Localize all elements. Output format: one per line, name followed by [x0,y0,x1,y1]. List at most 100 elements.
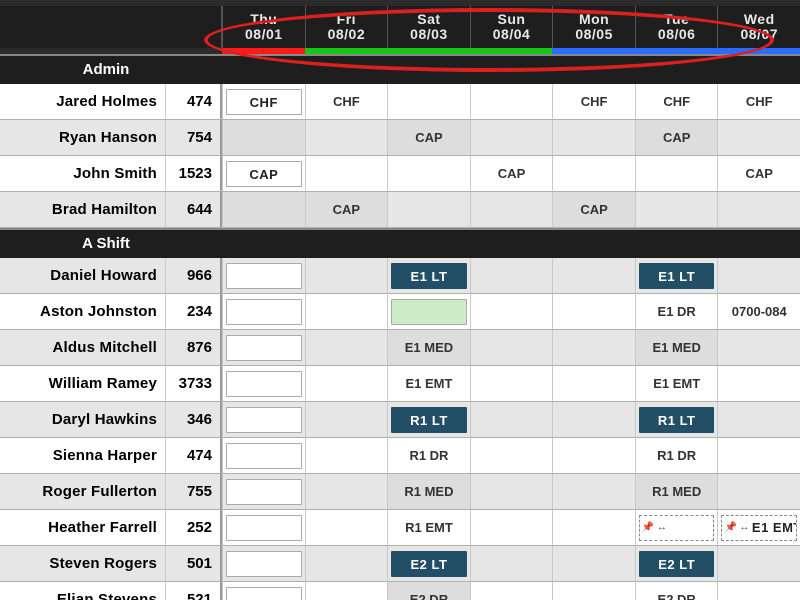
shift-chip[interactable] [226,263,302,289]
employee-name[interactable]: Aldus Mitchell [0,330,166,365]
schedule-cell[interactable] [552,546,635,581]
schedule-cell[interactable] [222,582,305,600]
day-header-08/02[interactable]: Fri08/02 [305,6,388,48]
schedule-cell[interactable]: 📌↔ [635,510,718,545]
schedule-cell[interactable]: CHF [305,84,388,119]
schedule-cell[interactable]: 0700-084 [717,294,800,329]
schedule-cell[interactable] [305,156,388,191]
schedule-cell[interactable]: R1 MED [635,474,718,509]
schedule-cell[interactable]: E2 LT [387,546,470,581]
schedule-cell[interactable] [717,192,800,227]
schedule-cell[interactable]: 📌↔E1 EMT [717,510,800,545]
schedule-cell[interactable] [552,330,635,365]
schedule-cell[interactable] [470,402,553,437]
schedule-cell[interactable] [470,84,553,119]
schedule-cell[interactable]: CAP [470,156,553,191]
schedule-cell[interactable] [222,192,305,227]
schedule-cell[interactable] [387,84,470,119]
section-header[interactable]: Admin [0,54,800,84]
schedule-cell[interactable]: CAP [305,192,388,227]
employee-name[interactable]: Roger Fullerton [0,474,166,509]
schedule-cell[interactable] [717,330,800,365]
employee-name[interactable]: Steven Rogers [0,546,166,581]
employee-name[interactable]: Daryl Hawkins [0,402,166,437]
schedule-cell[interactable]: R1 MED [387,474,470,509]
day-header-08/05[interactable]: Mon08/05 [552,6,635,48]
schedule-cell[interactable] [470,192,553,227]
schedule-cell[interactable] [305,438,388,473]
schedule-cell[interactable] [305,474,388,509]
shift-chip[interactable]: R1 LT [391,407,467,433]
schedule-cell[interactable] [305,366,388,401]
schedule-cell[interactable] [387,156,470,191]
schedule-cell[interactable] [552,510,635,545]
schedule-cell[interactable] [470,438,553,473]
schedule-cell[interactable] [717,120,800,155]
schedule-cell[interactable] [470,258,553,293]
schedule-cell[interactable] [305,510,388,545]
shift-chip[interactable] [226,335,302,361]
schedule-cell[interactable] [470,510,553,545]
schedule-cell[interactable]: E1 EMT [387,366,470,401]
shift-chip[interactable] [226,551,302,577]
schedule-cell[interactable]: E1 MED [387,330,470,365]
schedule-cell[interactable]: E1 MED [635,330,718,365]
schedule-cell[interactable] [470,294,553,329]
shift-chip-draft[interactable]: 📌↔ [639,515,715,541]
schedule-cell[interactable] [222,546,305,581]
shift-chip[interactable]: R1 LT [639,407,715,433]
schedule-cell[interactable] [305,582,388,600]
schedule-cell[interactable] [635,156,718,191]
schedule-cell[interactable] [717,474,800,509]
schedule-cell[interactable] [717,438,800,473]
schedule-cell[interactable] [552,438,635,473]
schedule-cell[interactable]: E1 DR [635,294,718,329]
schedule-cell[interactable] [552,258,635,293]
schedule-cell[interactable] [222,120,305,155]
schedule-cell[interactable] [552,366,635,401]
schedule-cell[interactable] [470,546,553,581]
schedule-cell[interactable]: E2 DR [635,582,718,600]
schedule-cell[interactable] [552,294,635,329]
shift-chip[interactable] [391,299,467,325]
shift-chip[interactable] [226,443,302,469]
schedule-cell[interactable] [222,510,305,545]
employee-name[interactable]: Heather Farrell [0,510,166,545]
schedule-cell[interactable] [305,258,388,293]
shift-chip[interactable]: E1 LT [639,263,715,289]
shift-chip[interactable]: E1 LT [391,263,467,289]
schedule-cell[interactable] [470,366,553,401]
schedule-cell[interactable]: CAP [717,156,800,191]
shift-chip[interactable]: E2 LT [639,551,715,577]
shift-chip[interactable] [226,299,302,325]
employee-name[interactable]: Elian Stevens [0,582,166,600]
shift-chip[interactable] [226,407,302,433]
schedule-cell[interactable] [387,294,470,329]
schedule-cell[interactable] [552,402,635,437]
employee-name[interactable]: William Ramey [0,366,166,401]
schedule-cell[interactable] [305,330,388,365]
schedule-cell[interactable]: CAP [552,192,635,227]
schedule-cell[interactable] [222,294,305,329]
schedule-cell[interactable]: R1 EMT [387,510,470,545]
employee-name[interactable]: Daniel Howard [0,258,166,293]
schedule-cell[interactable]: R1 LT [635,402,718,437]
schedule-cell[interactable]: E1 EMT [635,366,718,401]
schedule-cell[interactable] [717,366,800,401]
schedule-cell[interactable]: E2 LT [635,546,718,581]
schedule-cell[interactable]: CHF [717,84,800,119]
day-header-08/04[interactable]: Sun08/04 [470,6,553,48]
shift-chip[interactable]: CHF [226,89,302,115]
schedule-cell[interactable] [222,402,305,437]
schedule-cell[interactable]: CAP [222,156,305,191]
schedule-cell[interactable] [552,582,635,600]
day-header-08/03[interactable]: Sat08/03 [387,6,470,48]
day-header-08/01[interactable]: Thu08/01 [222,6,305,48]
employee-name[interactable]: Aston Johnston [0,294,166,329]
schedule-cell[interactable] [387,192,470,227]
employee-name[interactable]: Ryan Hanson [0,120,166,155]
schedule-cell[interactable] [305,546,388,581]
day-header-08/07[interactable]: Wed08/07 [717,6,800,48]
schedule-cell[interactable] [717,402,800,437]
schedule-cell[interactable] [470,120,553,155]
